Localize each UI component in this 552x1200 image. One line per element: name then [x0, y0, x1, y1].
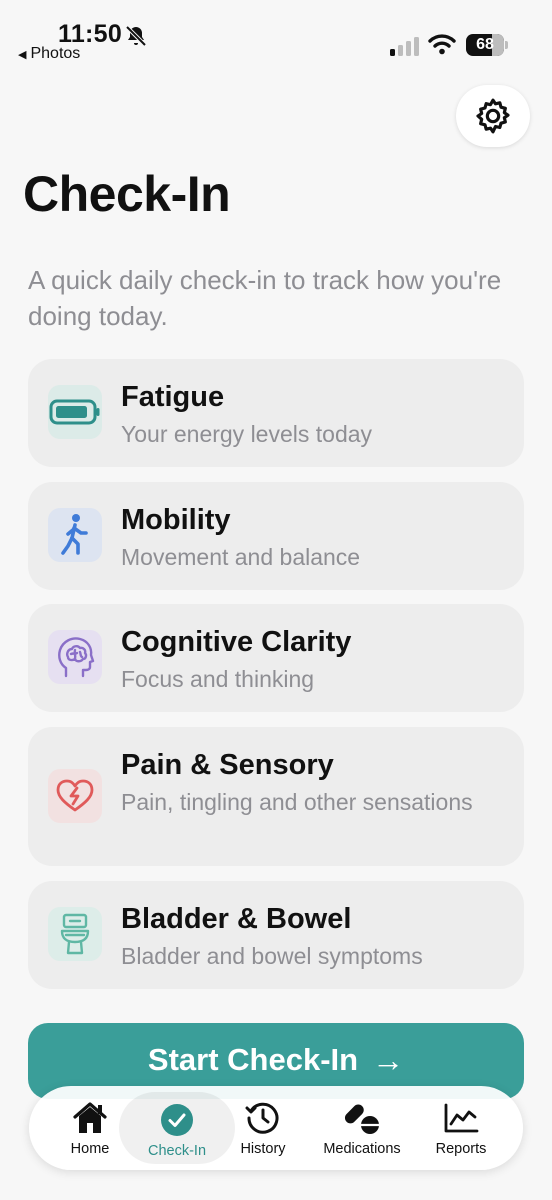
- battery-icon: [49, 399, 100, 425]
- brain-head-icon: [58, 637, 95, 678]
- category-icon-box: [48, 769, 102, 823]
- heart-bolt-icon: [56, 779, 94, 812]
- chart-line-icon: [444, 1103, 479, 1133]
- tab-label: Check-In: [147, 1143, 207, 1159]
- settings-button[interactable]: [456, 85, 530, 147]
- back-to-photos-link[interactable]: ◀ Photos: [18, 45, 80, 63]
- cellular-signal-icon: [390, 37, 419, 56]
- tab-bar: Home Check-In History Medications Report…: [29, 1086, 523, 1170]
- toilet-icon: [60, 913, 90, 955]
- walking-icon: [61, 514, 88, 555]
- page-subtitle: A quick daily check-in to track how you'…: [28, 265, 502, 331]
- category-card-cognitive-clarity[interactable]: Cognitive Clarity Focus and thinking: [28, 604, 524, 712]
- category-card-mobility[interactable]: Mobility Movement and balance: [28, 482, 524, 590]
- wifi-icon: [428, 34, 456, 55]
- category-icon-box: [48, 385, 102, 439]
- house-icon: [73, 1102, 107, 1133]
- tab-label: History: [240, 1141, 286, 1157]
- tab-reports[interactable]: Reports: [425, 1086, 497, 1170]
- category-title: Bladder & Bowel: [121, 903, 352, 935]
- category-title: Fatigue: [121, 381, 225, 413]
- gear-icon: [476, 98, 510, 134]
- tab-check-in[interactable]: Check-In: [119, 1092, 235, 1164]
- tab-label: Medications: [323, 1141, 401, 1157]
- category-title: Pain & Sensory: [121, 749, 334, 781]
- category-card-fatigue[interactable]: Fatigue Your energy levels today: [28, 359, 524, 467]
- bell-muted-icon: [125, 25, 147, 47]
- category-icon-box: [48, 508, 102, 562]
- battery-percentage: 68: [476, 36, 494, 53]
- tab-home[interactable]: Home: [51, 1086, 129, 1170]
- back-label: Photos: [30, 45, 81, 62]
- clock-history-icon: [245, 1102, 279, 1134]
- category-title: Cognitive Clarity: [121, 626, 352, 658]
- category-description: Bladder and bowel symptoms: [121, 943, 423, 969]
- category-description: Focus and thinking: [121, 666, 315, 692]
- category-card-bladder-bowel[interactable]: Bladder & Bowel Bladder and bowel sympto…: [28, 881, 524, 989]
- checkmark-circle-icon: [161, 1104, 193, 1136]
- back-triangle-icon: ◀: [18, 48, 27, 61]
- category-description: Pain, tingling and other sensations: [121, 789, 473, 815]
- category-description: Your energy levels today: [121, 421, 373, 447]
- battery-indicator: 68: [466, 34, 508, 56]
- tab-label: Reports: [435, 1141, 487, 1157]
- tab-label: Home: [70, 1141, 110, 1157]
- page-title: Check-In: [23, 166, 231, 222]
- category-title: Mobility: [121, 504, 231, 536]
- category-description: Movement and balance: [121, 544, 361, 570]
- tab-medications[interactable]: Medications: [314, 1086, 410, 1170]
- pills-icon: [344, 1104, 379, 1134]
- category-icon-box: [48, 907, 102, 961]
- category-icon-box: [48, 630, 102, 684]
- tab-history[interactable]: History: [228, 1086, 298, 1170]
- category-card-pain-sensory[interactable]: Pain & Sensory Pain, tingling and other …: [28, 727, 524, 866]
